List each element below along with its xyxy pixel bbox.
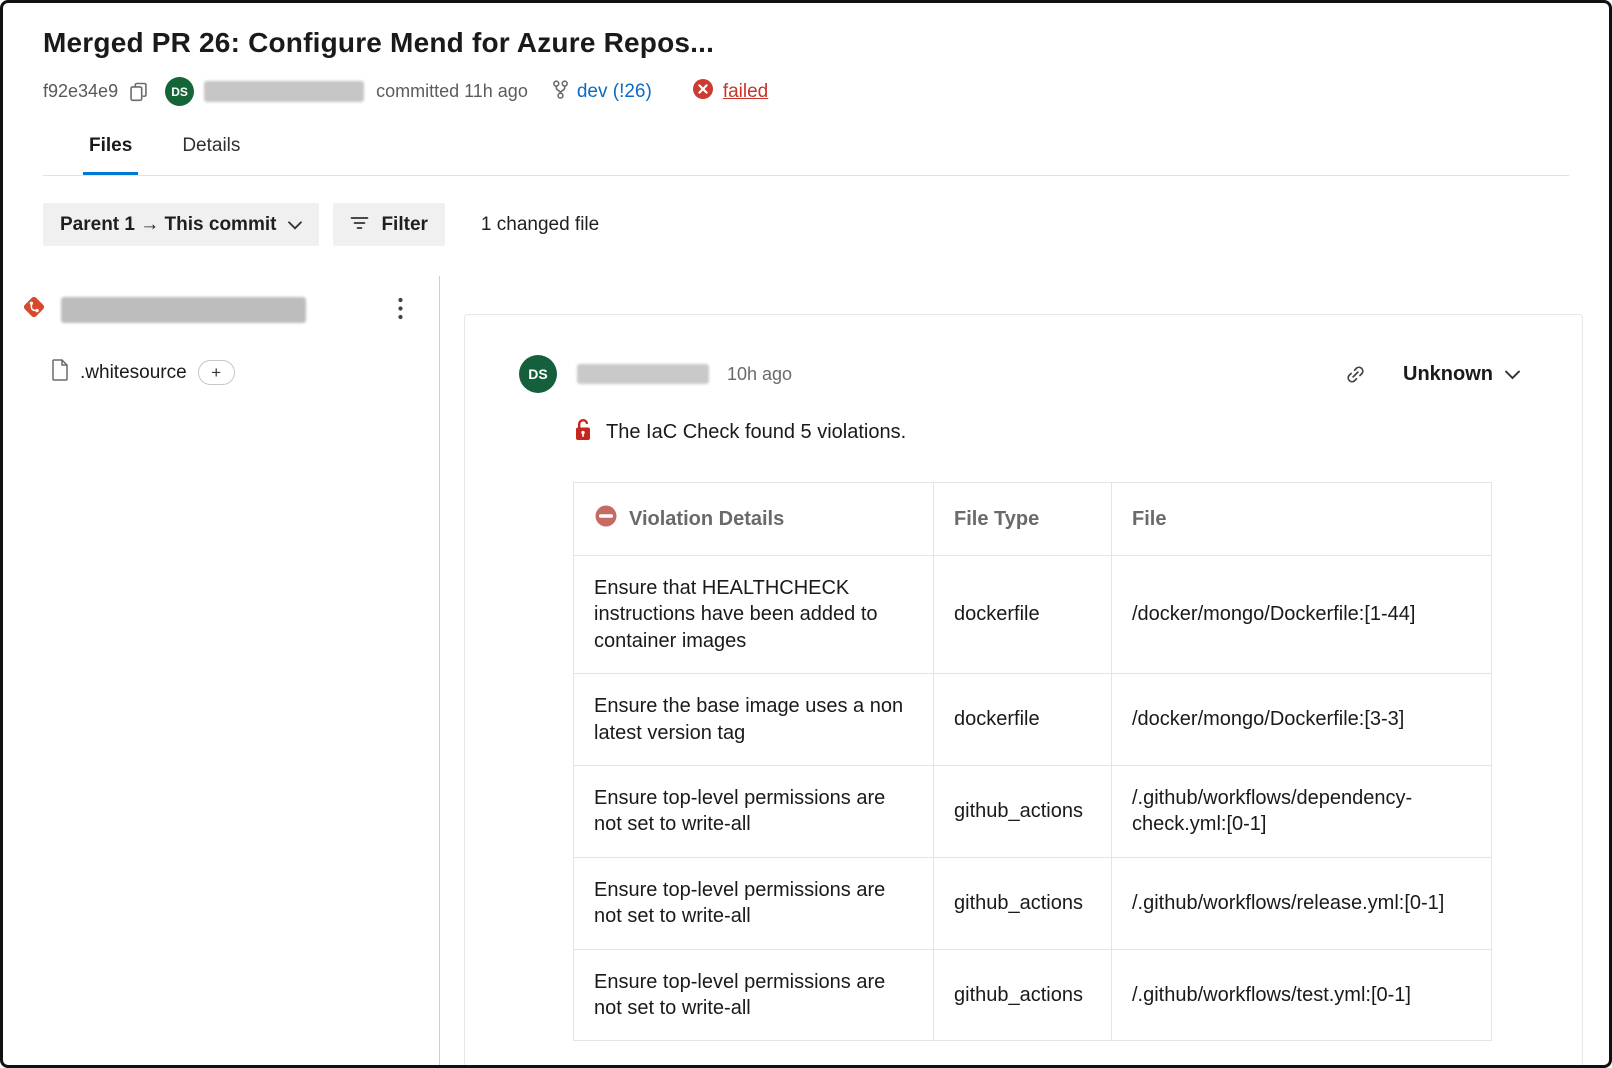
commit-meta: f92e34e9 DS committed 11h ago dev (!26) … bbox=[43, 77, 1569, 106]
comment-actions: Unknown bbox=[1342, 359, 1526, 390]
filter-button[interactable]: Filter bbox=[333, 203, 444, 246]
filter-label: Filter bbox=[381, 214, 427, 236]
violations-table: Violation Details File Type File Ensure … bbox=[573, 482, 1492, 1041]
committed-text: committed 11h ago bbox=[376, 81, 528, 102]
table-row: Ensure top-level permissions are not set… bbox=[574, 765, 1492, 857]
branch-info: dev (!26) bbox=[552, 79, 652, 105]
main-pane: DS 10h ago Unknown bbox=[440, 276, 1609, 1065]
committer-name-redacted bbox=[204, 81, 364, 102]
commit-hash: f92e34e9 bbox=[43, 81, 118, 102]
comment-message-text: The IaC Check found 5 violations. bbox=[606, 421, 906, 444]
failed-status-link[interactable]: failed bbox=[723, 81, 768, 103]
table-row: Ensure top-level permissions are not set… bbox=[574, 949, 1492, 1041]
table-row: Ensure top-level permissions are not set… bbox=[574, 857, 1492, 949]
filter-icon bbox=[350, 214, 369, 236]
file-added-badge: + bbox=[198, 360, 235, 385]
violation-cell: Ensure that HEALTHCHECK instructions hav… bbox=[574, 556, 934, 674]
comment-avatar[interactable]: DS bbox=[519, 355, 557, 393]
build-status: failed bbox=[692, 78, 768, 105]
tab-files[interactable]: Files bbox=[83, 134, 138, 175]
file-cell: /.github/workflows/release.yml:[0-1] bbox=[1112, 857, 1492, 949]
comment-timestamp: 10h ago bbox=[727, 364, 792, 385]
page-title: Merged PR 26: Configure Mend for Azure R… bbox=[43, 27, 1569, 59]
no-entry-icon bbox=[594, 504, 618, 534]
diff-selector-label: Parent 1 → This commit bbox=[60, 214, 276, 236]
tree-file-whitesource[interactable]: .whitesource + bbox=[3, 327, 439, 386]
changed-files-count: 1 changed file bbox=[481, 214, 599, 236]
commit-page: Merged PR 26: Configure Mend for Azure R… bbox=[0, 0, 1612, 1068]
tree-repo-node[interactable] bbox=[3, 276, 439, 327]
tab-bar: Files Details bbox=[43, 134, 1569, 176]
content-split: .whitesource + DS 10h ago Unknown bbox=[3, 276, 1609, 1065]
tab-details[interactable]: Details bbox=[176, 134, 246, 175]
copy-link-icon[interactable] bbox=[1342, 361, 1369, 388]
chevron-down-icon bbox=[1505, 363, 1520, 386]
insecure-lock-icon bbox=[573, 417, 593, 448]
file-header: File bbox=[1112, 483, 1492, 556]
chevron-down-icon bbox=[288, 214, 302, 236]
violation-cell: Ensure top-level permissions are not set… bbox=[574, 765, 934, 857]
copy-icon[interactable] bbox=[128, 80, 149, 104]
file-icon bbox=[51, 359, 69, 386]
comment-card: DS 10h ago Unknown bbox=[464, 314, 1583, 1065]
file-cell: /.github/workflows/dependency-check.yml:… bbox=[1112, 765, 1492, 857]
branch-icon bbox=[552, 79, 569, 105]
file-type-header: File Type bbox=[934, 483, 1112, 556]
violation-details-header: Violation Details bbox=[574, 483, 934, 556]
comment-author-redacted bbox=[577, 364, 709, 384]
violation-cell: Ensure top-level permissions are not set… bbox=[574, 857, 934, 949]
diff-selector-button[interactable]: Parent 1 → This commit bbox=[43, 203, 319, 246]
comment-header: DS 10h ago Unknown bbox=[519, 355, 1526, 393]
file-type-cell: github_actions bbox=[934, 949, 1112, 1041]
violation-cell: Ensure the base image uses a non latest … bbox=[574, 674, 934, 766]
violation-details-header-label: Violation Details bbox=[629, 508, 784, 531]
repo-name-redacted bbox=[61, 297, 306, 323]
comment-status-dropdown[interactable]: Unknown bbox=[1397, 359, 1526, 390]
file-type-cell: github_actions bbox=[934, 765, 1112, 857]
comment-message: The IaC Check found 5 violations. bbox=[573, 417, 1526, 448]
repo-diamond-icon bbox=[19, 292, 49, 327]
file-tree-pane: .whitesource + bbox=[3, 276, 440, 1065]
file-type-cell: github_actions bbox=[934, 857, 1112, 949]
committer-avatar[interactable]: DS bbox=[165, 77, 194, 106]
file-type-cell: dockerfile bbox=[934, 674, 1112, 766]
file-type-cell: dockerfile bbox=[934, 556, 1112, 674]
file-cell: /docker/mongo/Dockerfile:[3-3] bbox=[1112, 674, 1492, 766]
branch-link[interactable]: dev (!26) bbox=[577, 81, 652, 103]
file-cell: /docker/mongo/Dockerfile:[1-44] bbox=[1112, 556, 1492, 674]
table-row: Ensure the base image uses a non latest … bbox=[574, 674, 1492, 766]
file-name: .whitesource bbox=[80, 362, 187, 384]
table-header-row: Violation Details File Type File bbox=[574, 483, 1492, 556]
page-header: Merged PR 26: Configure Mend for Azure R… bbox=[3, 3, 1609, 176]
diff-toolbar: Parent 1 → This commit Filter 1 changed … bbox=[3, 176, 1609, 276]
failed-status-icon bbox=[692, 78, 714, 105]
violation-cell: Ensure top-level permissions are not set… bbox=[574, 949, 934, 1041]
more-options-icon[interactable] bbox=[392, 293, 409, 327]
table-row: Ensure that HEALTHCHECK instructions hav… bbox=[574, 556, 1492, 674]
file-cell: /.github/workflows/test.yml:[0-1] bbox=[1112, 949, 1492, 1041]
comment-status-value: Unknown bbox=[1403, 363, 1493, 386]
